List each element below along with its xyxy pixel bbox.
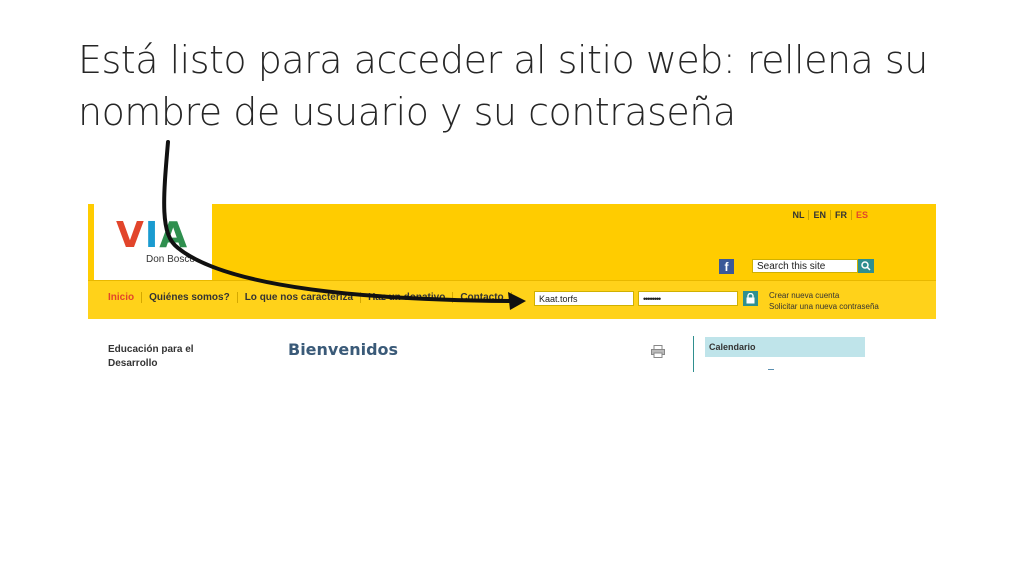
sidebar-title[interactable]: Educación para el Desarrollo bbox=[108, 343, 228, 371]
main-nav: Inicio Quiénes somos? Lo que nos caracteri… bbox=[88, 280, 936, 319]
search-input[interactable]: Search this site bbox=[752, 259, 858, 273]
nav-item-quienes-somos[interactable]: Quiénes somos? bbox=[142, 292, 238, 303]
column-divider bbox=[693, 336, 694, 372]
login-button[interactable] bbox=[743, 291, 758, 306]
nav-item-donativo[interactable]: Haz un donativo bbox=[361, 292, 454, 303]
search-icon bbox=[861, 261, 871, 271]
nav-item-contacto[interactable]: Contacto bbox=[453, 292, 512, 303]
site-logo[interactable]: VIA Don Bosco bbox=[94, 204, 212, 280]
logo-subtitle: Don Bosco bbox=[146, 254, 195, 265]
username-field[interactable]: Kaat.torfs bbox=[534, 291, 634, 306]
create-account-link[interactable]: Crear nueva cuenta bbox=[769, 290, 879, 301]
website-screenshot: VIA Don Bosco NL EN FR ES f Search this sit… bbox=[88, 204, 936, 319]
account-links: Crear nueva cuenta Solicitar una nueva c… bbox=[769, 290, 879, 312]
facebook-icon[interactable]: f bbox=[719, 259, 734, 274]
logo-mark: VIA bbox=[116, 215, 189, 256]
request-password-link[interactable]: Solicitar una nueva contraseña bbox=[769, 301, 879, 312]
language-switcher: NL EN FR ES bbox=[788, 210, 872, 220]
site-header: VIA Don Bosco NL EN FR ES f Search this sit… bbox=[88, 204, 936, 280]
lang-nl[interactable]: NL bbox=[788, 210, 810, 220]
password-field[interactable]: •••••••• bbox=[638, 291, 738, 306]
lang-es[interactable]: ES bbox=[852, 210, 872, 220]
lang-fr[interactable]: FR bbox=[830, 210, 852, 220]
lock-icon bbox=[746, 293, 755, 304]
lang-en[interactable]: EN bbox=[809, 210, 831, 220]
calendar-mark bbox=[768, 369, 774, 370]
nav-item-inicio[interactable]: Inicio bbox=[102, 292, 143, 303]
slide-title: Está listo para acceder al sitio web: re… bbox=[78, 38, 928, 134]
nav-item-caracteriza[interactable]: Lo que nos caracteriza bbox=[237, 292, 362, 303]
print-icon[interactable] bbox=[651, 345, 665, 358]
welcome-heading: Bienvenidos bbox=[288, 340, 399, 359]
search-button[interactable] bbox=[858, 259, 874, 273]
calendar-header: Calendario bbox=[705, 337, 865, 357]
